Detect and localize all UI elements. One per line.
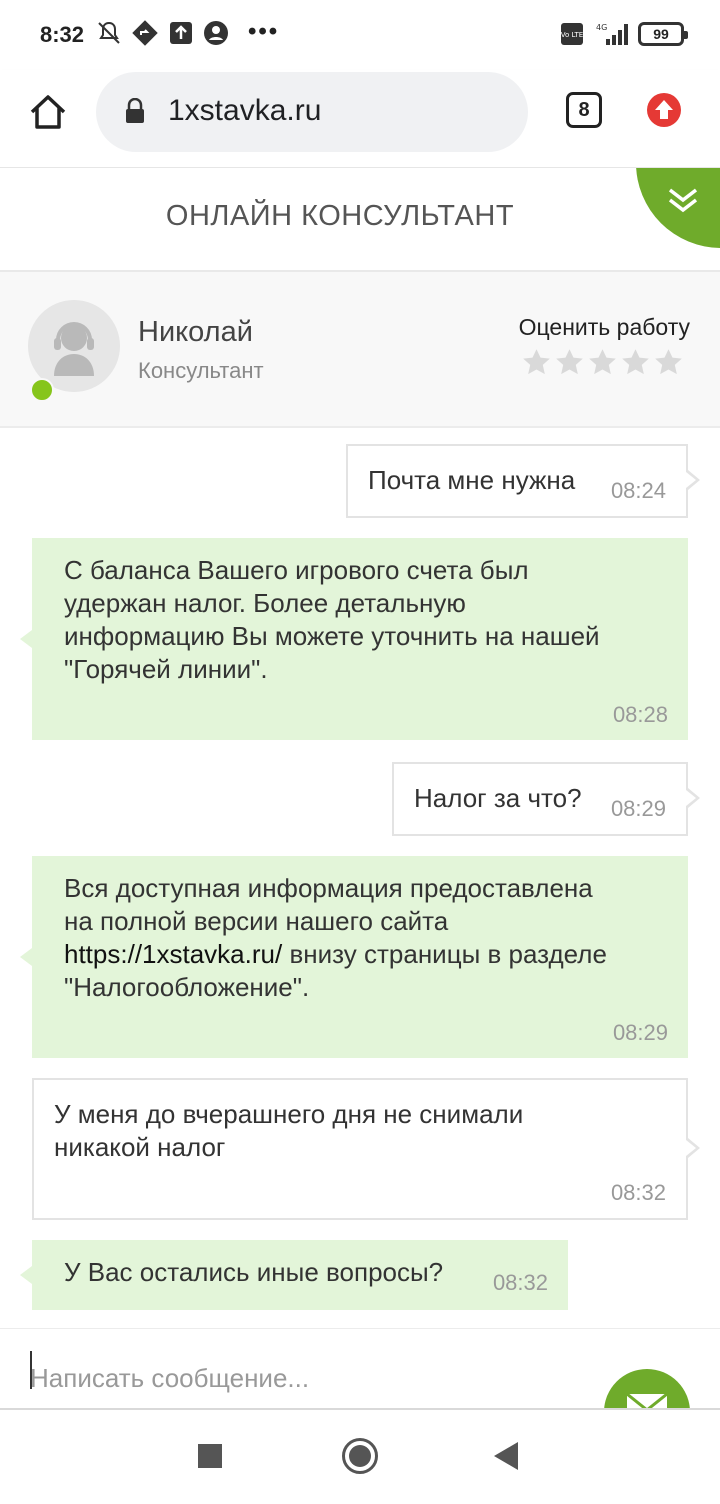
battery-indicator: 99 (638, 22, 688, 46)
message-line: https://1xstavka.ru/ внизу страницы в ра… (64, 939, 607, 969)
system-status-icons: Vo LTE 4G 99 (560, 20, 688, 48)
message-time: 08:32 (492, 1270, 548, 1295)
svg-text:4G: 4G (596, 23, 607, 32)
message-line: информацию Вы можете уточнить на нашей (64, 621, 600, 651)
navigation-icon (132, 20, 158, 46)
consultant-name: Николай (138, 316, 253, 348)
message-time: 08:29 (612, 1020, 668, 1045)
message-line: удержан налог. Более детальную (64, 588, 466, 618)
star-2-icon[interactable] (555, 348, 584, 377)
message-line: на полной версии нашего сайта (64, 906, 449, 936)
signal-icon: 4G (596, 23, 628, 45)
star-4-icon[interactable] (621, 348, 650, 377)
svg-text:Vo LTE: Vo LTE (561, 31, 583, 39)
message-line: "Налогообложение". (64, 972, 310, 1002)
back-icon[interactable] (494, 1442, 518, 1470)
browser-toolbar: 1xstavka.ru 8 (0, 70, 720, 168)
system-nav-bar (0, 1410, 720, 1504)
operator-message: У Вас остались иные вопросы? 08:32 (20, 1240, 568, 1310)
message-text: Налог за что? (414, 783, 582, 813)
upload-notification-icon (170, 22, 192, 44)
operator-message: Вся доступная информация предоставлена н… (20, 856, 688, 1058)
lock-icon (126, 98, 144, 123)
consultant-panel: Николай Консультант Оценить работу (0, 272, 720, 428)
account-icon (204, 21, 228, 45)
send-button[interactable] (604, 1369, 690, 1408)
tabs-button[interactable]: 8 (566, 92, 602, 128)
volte-icon: Vo LTE (561, 23, 583, 45)
message-line: У меня до вчерашнего дня не снимали (54, 1099, 524, 1129)
home-circle-icon[interactable] (342, 1438, 378, 1474)
message-line: Вся доступная информация предоставлена (64, 873, 593, 903)
user-message: У меня до вчерашнего дня не снимали ника… (32, 1078, 700, 1220)
star-3-icon[interactable] (588, 348, 617, 377)
message-input-bar: Написать сообщение... (0, 1328, 720, 1410)
message-time: 08:24 (610, 478, 666, 503)
operator-message: С баланса Вашего игрового счета был удер… (20, 538, 688, 740)
envelope-icon (626, 1393, 668, 1408)
home-icon[interactable] (28, 92, 68, 132)
message-input[interactable]: Написать сообщение... (30, 1363, 309, 1394)
site-link[interactable]: https://1xstavka.ru/ (64, 939, 282, 969)
star-1-icon[interactable] (522, 348, 551, 377)
rating-stars (522, 348, 683, 377)
more-notifications-icon: ••• (248, 18, 280, 45)
update-icon[interactable] (646, 92, 682, 128)
user-message: Почта мне нужна 08:24 (346, 444, 700, 518)
url-text: 1xstavka.ru (168, 94, 322, 127)
message-line: никакой налог (54, 1132, 226, 1162)
message-list: Почта мне нужна 08:24 С баланса Вашего и… (0, 430, 720, 1328)
chat-header: ОНЛАЙН КОНСУЛЬТАНТ (0, 168, 720, 272)
message-line: "Горячей линии". (64, 654, 268, 684)
message-time: 08:28 (612, 702, 668, 727)
notifications-off-icon (98, 21, 120, 44)
address-bar[interactable]: 1xstavka.ru (96, 72, 528, 152)
message-text: Почта мне нужна (368, 465, 576, 495)
message-line: С баланса Вашего игрового счета был (64, 555, 529, 585)
chevron-double-down-icon[interactable] (666, 186, 700, 216)
star-5-icon[interactable] (654, 348, 683, 377)
status-time: 8:32 (40, 22, 85, 47)
user-message: Налог за что? 08:29 (392, 762, 700, 836)
message-text: У Вас остались иные вопросы? (64, 1257, 444, 1287)
chat-title: ОНЛАЙН КОНСУЛЬТАНТ (165, 200, 515, 232)
consultant-role: Консультант (138, 358, 264, 383)
headset-user-icon (54, 322, 94, 376)
recent-apps-icon[interactable] (198, 1444, 222, 1468)
online-status-dot (30, 378, 54, 402)
message-time: 08:32 (610, 1180, 666, 1205)
status-bar: 8:32 ••• Vo LTE 4G 99 (0, 0, 720, 70)
message-time: 08:29 (610, 796, 666, 821)
rate-label: Оценить работу (518, 314, 690, 340)
